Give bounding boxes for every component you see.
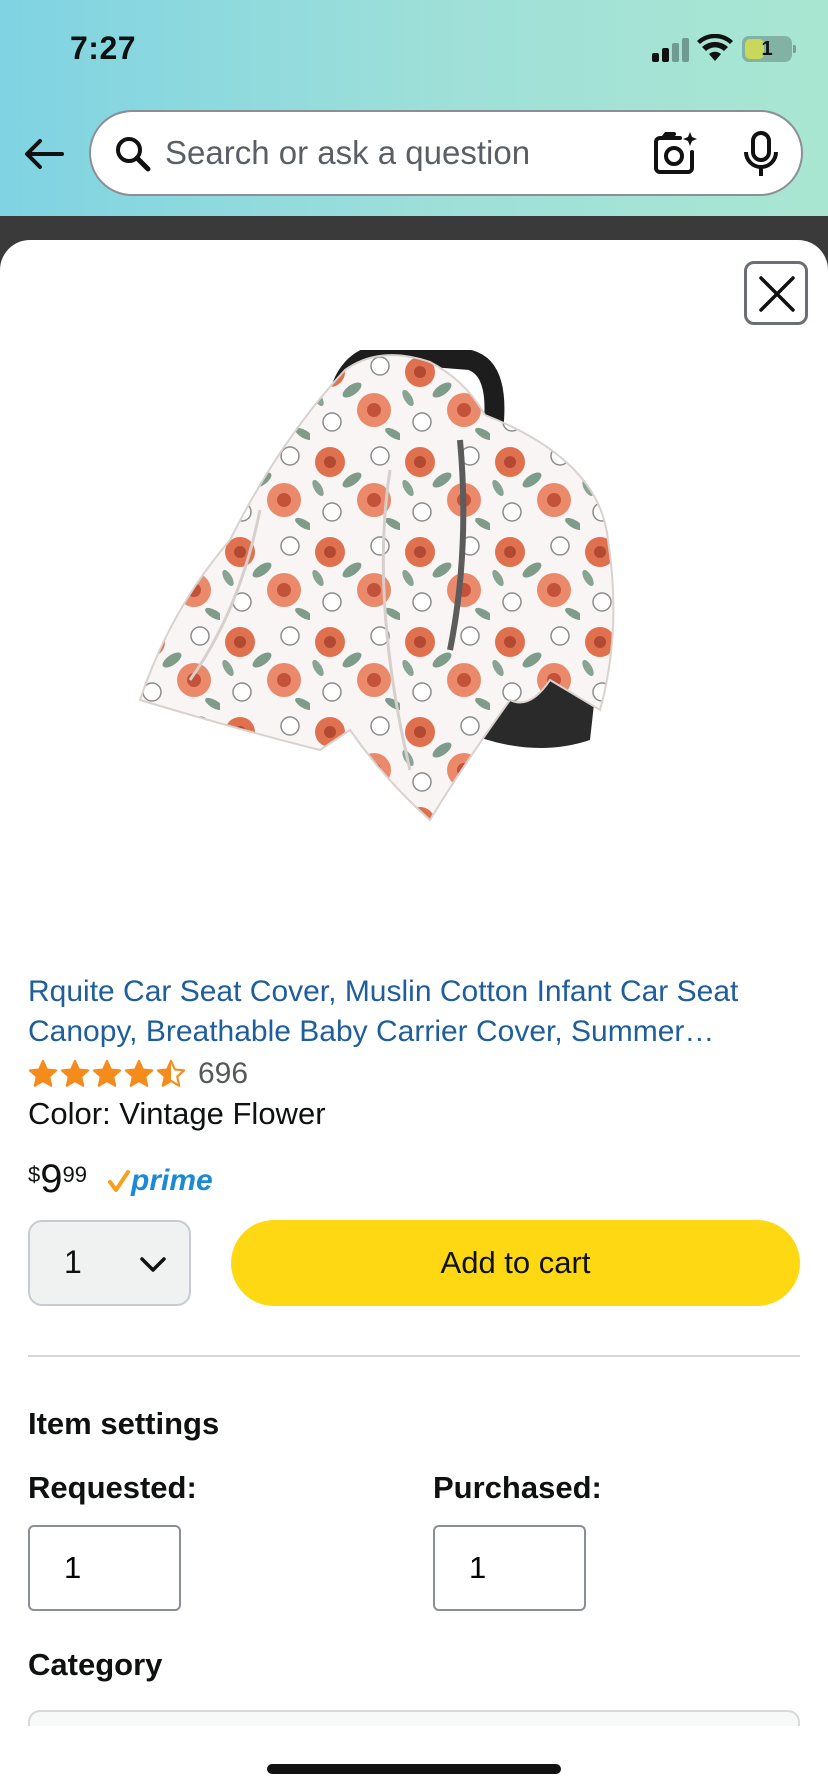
wifi-icon [697, 34, 733, 61]
prime-badge: prime [108, 1164, 213, 1198]
category-dropdown[interactable] [28, 1710, 800, 1726]
status-time: 7:27 [70, 30, 137, 66]
home-indicator [267, 1764, 561, 1774]
quantity-value: 1 [64, 1244, 82, 1280]
star-icon [28, 1059, 58, 1087]
close-button[interactable] [744, 261, 808, 325]
close-icon [759, 276, 795, 312]
prime-check-icon [108, 1170, 130, 1192]
battery-icon: 1 [742, 36, 796, 62]
divider [28, 1355, 800, 1357]
microphone-icon[interactable] [741, 130, 781, 178]
purchased-field[interactable] [433, 1525, 586, 1611]
star-rating [28, 1059, 188, 1089]
product-title-link[interactable]: Rquite Car Seat Cover, Muslin Cotton Inf… [28, 972, 803, 1052]
star-icon [60, 1059, 90, 1087]
product-rating[interactable]: 696 [28, 1056, 248, 1092]
price: $ 9 99 [28, 1156, 87, 1202]
chevron-down-icon [140, 1257, 166, 1272]
quantity-dropdown[interactable]: 1 [28, 1220, 191, 1306]
category-heading: Category [28, 1647, 163, 1682]
requested-input[interactable] [30, 1527, 179, 1609]
star-icon [156, 1059, 186, 1087]
add-to-cart-button[interactable]: Add to cart [231, 1220, 800, 1306]
star-icon [92, 1059, 122, 1087]
price-whole: 9 [40, 1157, 63, 1201]
requested-field[interactable] [28, 1525, 181, 1611]
search-bar[interactable] [89, 110, 803, 196]
price-currency: $ [28, 1162, 41, 1187]
price-cents: 99 [62, 1162, 87, 1187]
star-icon [124, 1059, 154, 1087]
cellular-signal-icon [652, 38, 692, 62]
camera-search-icon[interactable] [650, 130, 698, 178]
purchased-input[interactable] [435, 1527, 584, 1609]
header-bar: 7:27 1 [0, 0, 828, 216]
search-input[interactable] [165, 128, 585, 178]
requested-label: Requested: [28, 1470, 197, 1505]
battery-level: 1 [761, 38, 773, 60]
rating-count: 696 [198, 1057, 249, 1090]
back-arrow-icon[interactable] [22, 132, 66, 176]
product-image[interactable] [130, 350, 700, 950]
color-variant-label: Color: Vintage Flower [28, 1096, 326, 1131]
prime-label: prime [131, 1164, 213, 1197]
purchased-label: Purchased: [433, 1470, 602, 1505]
search-icon [116, 137, 151, 172]
item-settings-heading: Item settings [28, 1406, 220, 1441]
